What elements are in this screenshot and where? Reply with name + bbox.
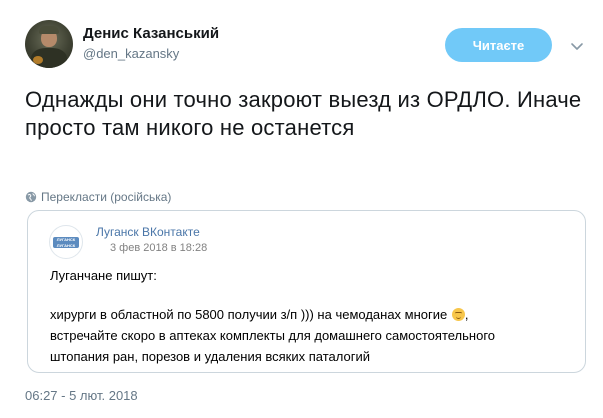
translate-link[interactable]: Перекласти (російська) bbox=[25, 190, 171, 204]
smirking-face-emoji-icon bbox=[451, 308, 465, 321]
tweet-timestamp[interactable]: 06:27 - 5 лют. 2018 bbox=[25, 388, 138, 403]
source-name[interactable]: Луганск ВКонтакте bbox=[96, 225, 200, 239]
quoted-line: хирурги в областной по 5800 получии з/п … bbox=[50, 307, 468, 322]
follow-button[interactable]: Читаєте bbox=[445, 28, 552, 62]
avatar-cap bbox=[39, 26, 59, 34]
chevron-down-icon[interactable] bbox=[569, 38, 585, 54]
quoted-line-punct: , bbox=[464, 307, 469, 322]
author-avatar[interactable] bbox=[25, 20, 73, 68]
quoted-line: встречайте скоро в аптеках комплекты для… bbox=[50, 328, 496, 343]
quoted-line-text: хирурги в областной по 5800 получии з/п … bbox=[50, 307, 451, 322]
source-avatar: ЛУГАНСК ЛУГАНСК bbox=[49, 225, 83, 259]
author-handle[interactable]: @den_kazansky bbox=[83, 46, 179, 61]
avatar-highlight bbox=[33, 56, 43, 64]
quoted-line: Луганчане пишут: bbox=[50, 268, 157, 283]
author-name[interactable]: Денис Казанський bbox=[83, 25, 219, 42]
lugansk-logo: ЛУГАНСК ЛУГАНСК bbox=[53, 237, 79, 248]
source-date: 3 фев 2018 в 18:28 bbox=[110, 242, 208, 254]
quoted-line: штопания ран, порезов и удаления всяких … bbox=[50, 349, 370, 364]
globe-icon bbox=[25, 191, 37, 203]
translate-label: Перекласти (російська) bbox=[41, 190, 172, 204]
quoted-content[interactable]: ЛУГАНСК ЛУГАНСК Луганск ВКонтакте 3 фев … bbox=[27, 210, 586, 373]
tweet-card: Денис Казанський @den_kazansky Читаєте О… bbox=[0, 0, 603, 418]
tweet-text: Однажды они точно закроют выезд из ОРДЛО… bbox=[25, 87, 582, 140]
